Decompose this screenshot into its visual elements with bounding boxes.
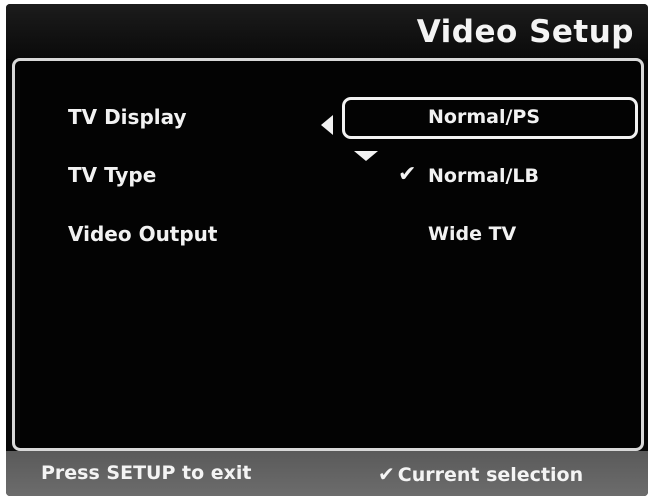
- checkmark-icon: ✔: [398, 162, 417, 187]
- exit-hint: Press SETUP to exit: [41, 462, 252, 484]
- menu-item-tv-type[interactable]: TV Type: [68, 163, 156, 187]
- option-normal-ps[interactable]: Normal/PS: [428, 106, 540, 128]
- option-wide-tv[interactable]: Wide TV: [428, 223, 516, 245]
- osd-screen: Video Setup TV Display TV Type Video Out…: [6, 4, 648, 496]
- checkmark-icon: ✔: [378, 462, 395, 486]
- triangle-down-icon[interactable]: [354, 151, 378, 161]
- header-bar: Video Setup: [6, 4, 648, 59]
- menu-item-video-output[interactable]: Video Output: [68, 222, 217, 246]
- footer-bar: Press SETUP to exit ✔ Current selection: [6, 451, 648, 496]
- legend-label: Current selection: [397, 464, 584, 486]
- settings-panel: TV Display TV Type Video Output Normal/P…: [12, 58, 644, 451]
- triangle-left-icon[interactable]: [321, 115, 333, 135]
- current-selection-legend: ✔ Current selection: [378, 462, 583, 486]
- option-normal-lb[interactable]: Normal/LB: [428, 165, 539, 187]
- menu-item-tv-display[interactable]: TV Display: [68, 105, 187, 129]
- page-title: Video Setup: [416, 14, 634, 50]
